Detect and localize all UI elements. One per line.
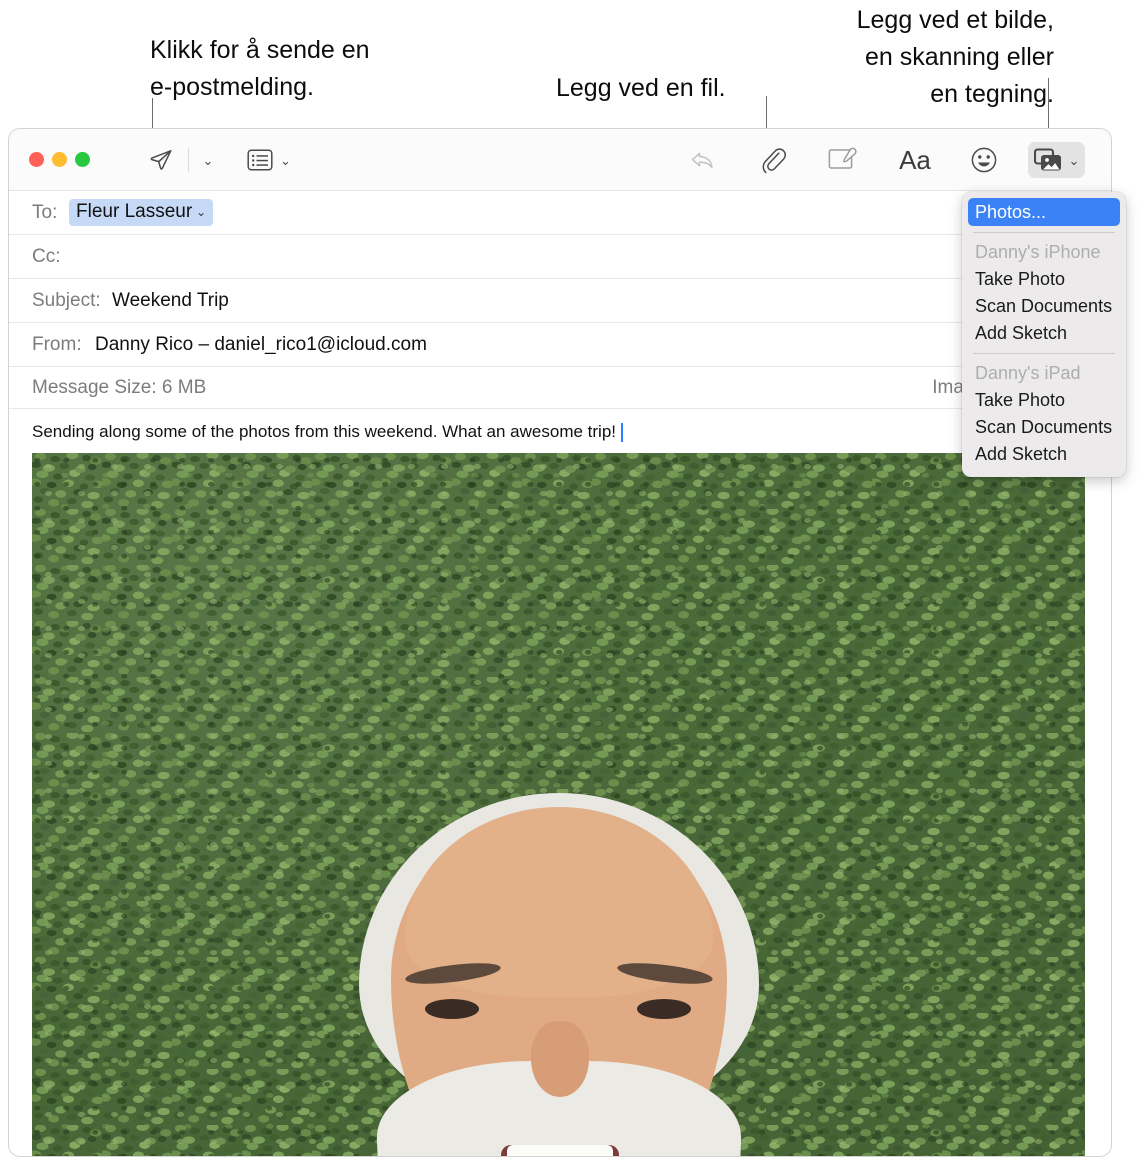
menu-item-ipad-take-photo[interactable]: Take Photo <box>962 387 1126 414</box>
menu-group-header-ipad: Danny's iPad <box>975 363 1081 383</box>
attached-photo[interactable] <box>32 453 1085 1156</box>
text-cursor <box>621 422 623 442</box>
minimize-window-button[interactable] <box>52 152 67 167</box>
from-value: Danny Rico – daniel_rico1@icloud.com <box>95 333 427 355</box>
message-body[interactable]: Sending along some of the photos from th… <box>9 409 1111 453</box>
template-icon <box>247 149 273 171</box>
menu-item-iphone-add-sketch[interactable]: Add Sketch <box>962 320 1126 347</box>
left-eye <box>424 999 479 1019</box>
menu-separator <box>973 232 1115 233</box>
message-size-label: Message Size: 6 MB <box>32 376 207 398</box>
menu-item-iphone-scan-documents[interactable]: Scan Documents <box>962 293 1126 320</box>
close-window-button[interactable] <box>29 152 44 167</box>
subject-value: Weekend Trip <box>112 289 229 311</box>
chevron-down-icon: ⌄ <box>1068 152 1080 168</box>
right-eye <box>636 999 691 1019</box>
subject-label: Subject: <box>32 289 101 311</box>
from-field-row[interactable]: From: Danny Rico – daniel_rico1@icloud.c… <box>9 323 1111 367</box>
attach-file-button[interactable] <box>755 142 791 178</box>
from-label: From: <box>32 333 82 355</box>
send-options-button[interactable]: ⌄ <box>195 142 221 178</box>
screenshot-root: Klikk for å sende en e-postmelding. Legg… <box>0 0 1144 1165</box>
to-label: To: <box>32 201 58 223</box>
recipient-token-fleur-lasseur[interactable]: Fleur Lasseur ⌄ <box>69 199 214 226</box>
stationery-button[interactable]: ⌄ <box>241 142 297 178</box>
menu-item-iphone-take-photo[interactable]: Take Photo <box>962 266 1126 293</box>
menu-group-header-iphone: Danny's iPhone <box>975 242 1101 262</box>
chevron-down-icon: ⌄ <box>196 205 207 219</box>
cc-label: Cc: <box>32 245 61 267</box>
smiley-icon <box>971 147 997 173</box>
callout-attach-file-label: Legg ved en fil. <box>556 74 726 102</box>
reply-button[interactable] <box>685 142 721 178</box>
to-field-row[interactable]: To: Fleur Lasseur ⌄ <box>9 191 1111 235</box>
paper-plane-icon <box>150 150 172 170</box>
photo-browser-button[interactable]: ⌄ <box>1028 142 1085 178</box>
format-button[interactable]: Aa <box>894 142 936 178</box>
mail-compose-window: ⌄ ⌄ Aa ⌄ To: Fleur Lasseur ⌄ Cc: Subject… <box>8 128 1112 1157</box>
message-size-row: Message Size: 6 MB Image Size: Act <box>9 367 1111 409</box>
menu-item-photos[interactable]: Photos... <box>968 198 1120 226</box>
menu-item-ipad-add-sketch[interactable]: Add Sketch <box>962 441 1126 468</box>
chevron-down-icon: ⌄ <box>202 152 214 168</box>
cc-field-row[interactable]: Cc: <box>9 235 1111 279</box>
photo-browser-icon <box>1033 148 1061 171</box>
zoom-window-button[interactable] <box>75 152 90 167</box>
send-button[interactable] <box>144 142 178 178</box>
nose <box>530 1021 589 1097</box>
subject-field-row[interactable]: Subject: Weekend Trip <box>9 279 1111 323</box>
toolbar-divider <box>188 148 189 172</box>
window-traffic-lights <box>29 152 90 167</box>
menu-separator <box>973 353 1115 354</box>
teeth <box>506 1145 613 1156</box>
menu-item-ipad-scan-documents[interactable]: Scan Documents <box>962 414 1126 441</box>
reply-arrow-icon <box>691 152 713 169</box>
paperclip-icon <box>762 148 786 174</box>
emoji-button[interactable] <box>965 142 1003 178</box>
markup-button[interactable] <box>825 142 861 178</box>
chevron-down-icon: ⌄ <box>280 152 291 168</box>
format-aa-icon: Aa <box>899 144 931 175</box>
message-body-text: Sending along some of the photos from th… <box>32 422 616 441</box>
compose-toolbar: ⌄ ⌄ Aa ⌄ <box>9 129 1111 191</box>
photo-attachment-menu[interactable]: Photos... Danny's iPhone Take Photo Scan… <box>962 192 1126 477</box>
callout-send-label: Klikk for å sende en e-postmelding. <box>150 36 370 101</box>
person-figure <box>209 793 909 1156</box>
markup-icon <box>828 147 857 169</box>
callout-attach-photo-label: Legg ved et bilde, en skanning eller en … <box>856 6 1054 108</box>
recipient-token-label: Fleur Lasseur <box>76 201 193 222</box>
